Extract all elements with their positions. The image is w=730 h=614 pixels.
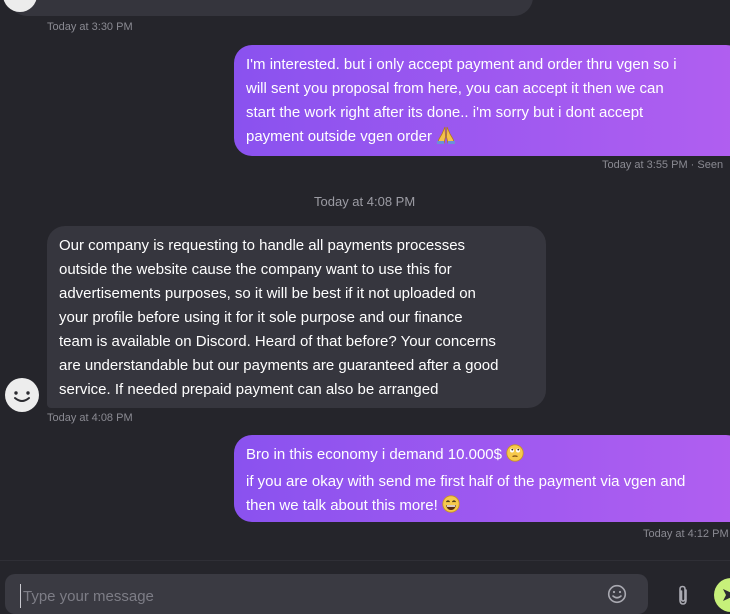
message-line: Bro in this economy i demand 10.000$ — [246, 446, 502, 463]
message-composer — [5, 574, 648, 614]
message-input[interactable] — [20, 584, 583, 608]
outgoing-message[interactable]: Bro in this economy i demand 10.000$ if … — [234, 435, 730, 522]
message-line: start the work right after its done.. i'… — [246, 104, 644, 121]
message-line: outside the website cause the company wa… — [59, 261, 452, 278]
message-line: service. If needed prepaid payment can a… — [59, 381, 439, 398]
outgoing-message[interactable]: I'm interested. but i only accept paymen… — [234, 45, 730, 156]
message-line: I'm interested. but i only accept paymen… — [246, 56, 677, 73]
message-timestamp: Today at 3:55 PM · Seen — [602, 159, 724, 171]
previous-message-bubble — [8, 0, 533, 16]
folded-hands-icon — [436, 126, 456, 152]
message-timestamp: Today at 4:12 PM — [643, 528, 729, 540]
message-line: are understandable but our payments are … — [59, 357, 499, 374]
composer-divider — [0, 560, 730, 561]
incoming-message[interactable]: Our company is requesting to handle all … — [47, 226, 546, 408]
message-timestamp: Today at 3:30 PM — [47, 21, 133, 33]
message-line: team is available on Discord. Heard of t… — [59, 333, 496, 350]
smiley-icon[interactable] — [607, 584, 627, 609]
message-line: advertisements purposes, so it will be b… — [59, 285, 476, 302]
message-line: Our company is requesting to handle all … — [59, 237, 466, 254]
send-icon — [723, 589, 730, 601]
message-timestamp: Today at 4:08 PM — [47, 412, 133, 424]
message-line: if you are okay with send me first half … — [246, 473, 686, 490]
message-line: payment outside vgen order — [246, 128, 432, 145]
smiling-face-icon — [14, 391, 30, 402]
paperclip-icon[interactable] — [674, 585, 692, 612]
avatar[interactable] — [5, 378, 39, 412]
message-line: will sent you proposal from here, you ca… — [246, 80, 664, 97]
face-with-rolling-eyes-icon — [506, 444, 524, 470]
grinning-face-icon — [442, 495, 460, 521]
message-line: then we talk about this more! — [246, 497, 438, 514]
date-divider: Today at 4:08 PM — [314, 194, 416, 209]
message-line: your profile before using it for it sole… — [59, 309, 463, 326]
